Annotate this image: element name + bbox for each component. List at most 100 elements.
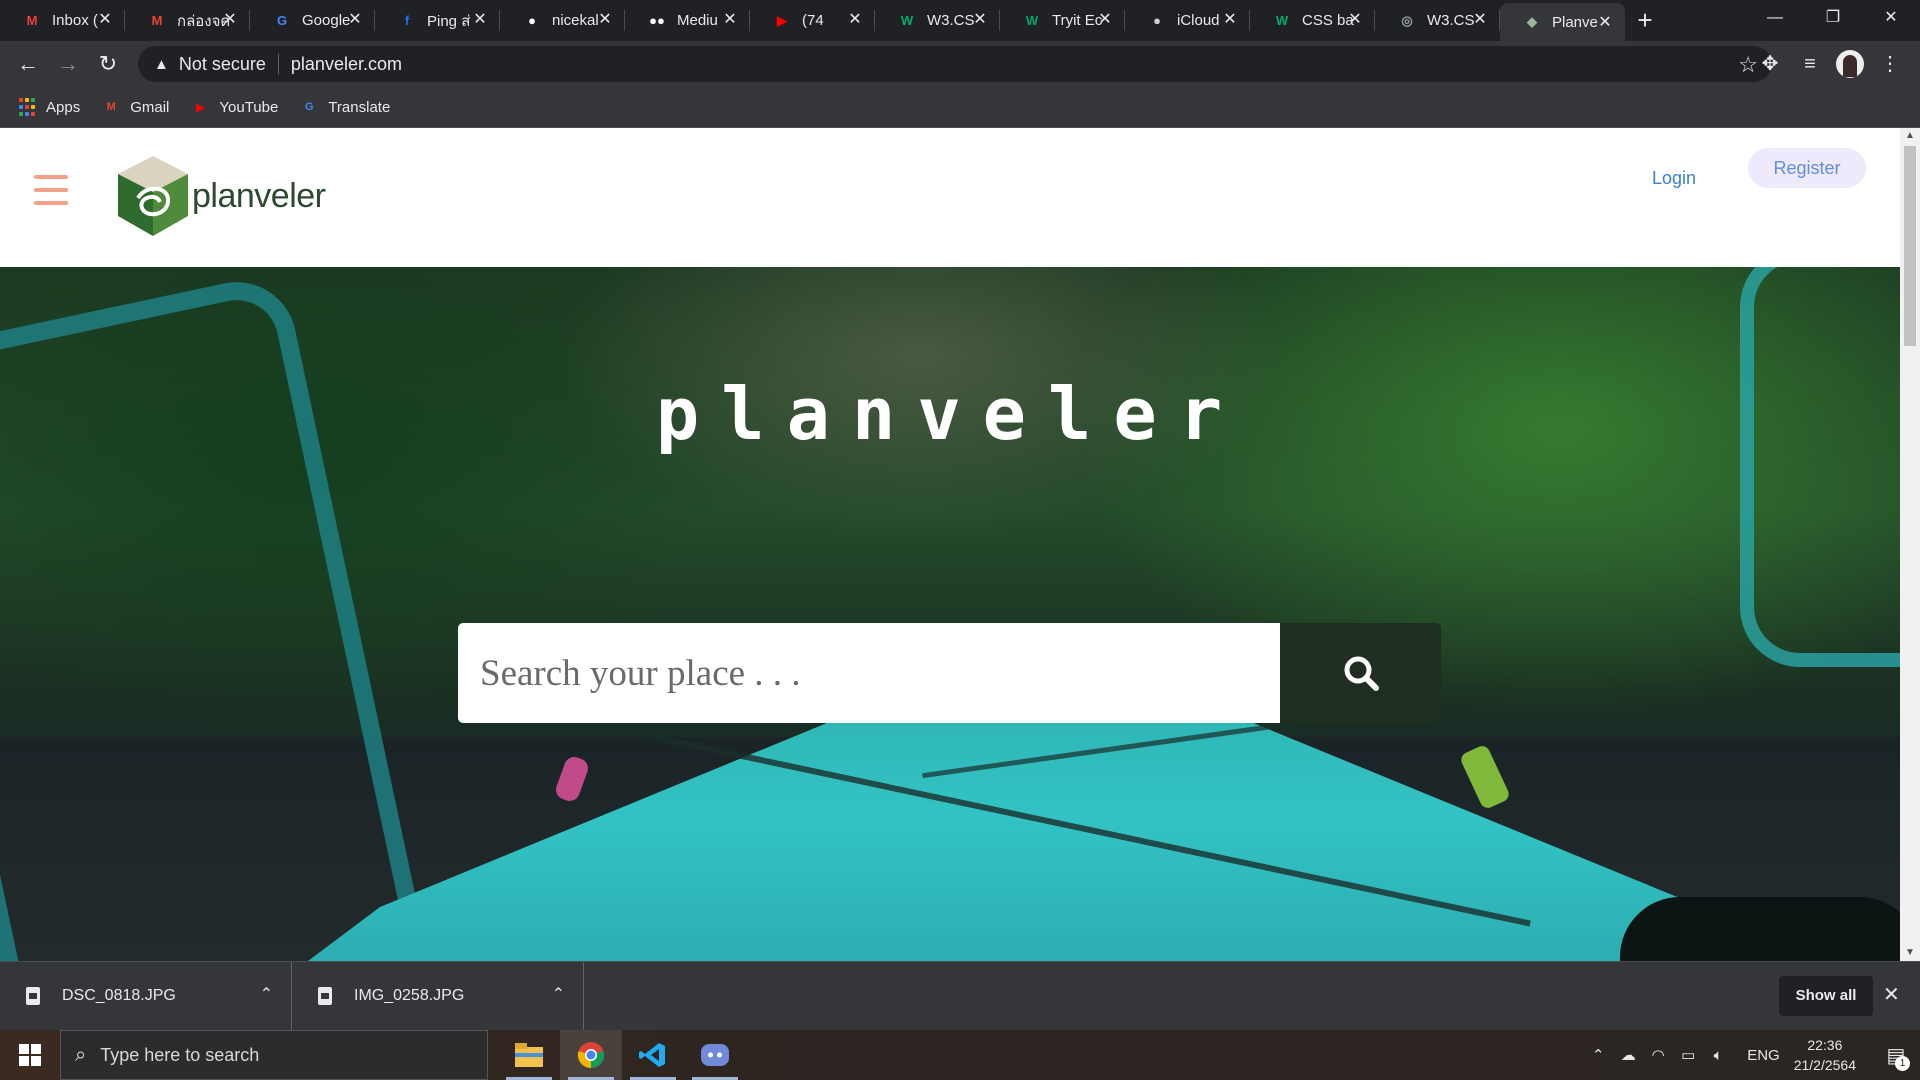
chevron-up-icon[interactable]: ⌃ bbox=[260, 984, 273, 1004]
tab-close-icon[interactable]: ✕ bbox=[720, 10, 740, 30]
browser-tab[interactable]: ◎ W3.CS ✕ bbox=[1375, 0, 1500, 41]
browser-tab[interactable]: f Ping ส่ ✕ bbox=[375, 0, 500, 41]
forward-button[interactable]: → bbox=[48, 44, 88, 84]
close-window-button[interactable]: ✕ bbox=[1862, 0, 1920, 36]
google-translate-icon: G bbox=[305, 101, 314, 113]
back-button[interactable]: ← bbox=[8, 44, 48, 84]
reload-button[interactable]: ↻ bbox=[88, 44, 128, 84]
login-link[interactable]: Login bbox=[1640, 158, 1708, 198]
vscode-icon bbox=[639, 1043, 665, 1067]
media-control-icon[interactable]: ≡ bbox=[1790, 44, 1830, 84]
close-downloads-icon[interactable]: ✕ bbox=[1883, 982, 1900, 1007]
google-translate-icon: G bbox=[276, 13, 288, 28]
hero-section: planveler bbox=[0, 267, 1900, 961]
action-center-button[interactable]: ▤ 1 bbox=[1872, 1030, 1920, 1080]
page-scrollbar[interactable]: ▲ ▼ bbox=[1900, 128, 1920, 961]
hamburger-menu-icon[interactable] bbox=[34, 175, 68, 209]
tab-close-icon[interactable]: ✕ bbox=[1595, 13, 1615, 33]
windows-logo-icon bbox=[19, 1044, 41, 1066]
address-bar[interactable]: ▲ Not secure planveler.com ☆ bbox=[138, 46, 1772, 82]
bookmark-label: Gmail bbox=[130, 98, 170, 116]
profile-avatar[interactable] bbox=[1836, 50, 1864, 78]
new-tab-button[interactable]: + bbox=[1625, 0, 1665, 41]
browser-tab[interactable]: W CSS ba ✕ bbox=[1250, 0, 1375, 41]
file-icon bbox=[318, 987, 332, 1005]
battery-icon[interactable]: ▭ bbox=[1673, 1046, 1703, 1064]
discord-icon bbox=[701, 1044, 729, 1066]
discord-app[interactable] bbox=[684, 1030, 746, 1080]
tab-close-icon[interactable]: ✕ bbox=[595, 10, 615, 30]
scroll-up-arrow-icon[interactable]: ▲ bbox=[1900, 128, 1920, 144]
restore-button[interactable]: ❐ bbox=[1804, 0, 1862, 36]
system-tray: ⌃ ☁ ◠ ▭ 🔈︎ ENG 22:36 21/2/2564 ▤ 1 bbox=[1583, 1030, 1920, 1080]
download-item[interactable]: DSC_0818.JPG ⌃ bbox=[0, 961, 292, 1031]
youtube-icon: ▶ bbox=[196, 101, 205, 114]
vscode-app[interactable] bbox=[622, 1030, 684, 1080]
windows-start-button[interactable] bbox=[0, 1030, 60, 1080]
clock[interactable]: 22:36 21/2/2564 bbox=[1794, 1035, 1856, 1075]
hero-tire bbox=[1620, 897, 1900, 961]
tab-close-icon[interactable]: ✕ bbox=[470, 10, 490, 30]
tab-close-icon[interactable]: ✕ bbox=[220, 10, 240, 30]
clock-time: 22:36 bbox=[1807, 1037, 1843, 1053]
tab-close-icon[interactable]: ✕ bbox=[1095, 10, 1115, 30]
menu-kebab-icon[interactable]: ⋮ bbox=[1870, 44, 1910, 84]
show-hidden-icons-chevron-icon[interactable]: ⌃ bbox=[1583, 1046, 1613, 1064]
download-item[interactable]: IMG_0258.JPG ⌃ bbox=[292, 961, 584, 1031]
planveler-cube-logo-icon bbox=[118, 156, 188, 236]
input-language[interactable]: ENG bbox=[1747, 1047, 1780, 1064]
browser-tab[interactable]: ▶ (74 ✕ bbox=[750, 0, 875, 41]
file-explorer-app[interactable] bbox=[498, 1030, 560, 1080]
warning-icon[interactable]: ▲ bbox=[154, 56, 169, 73]
browser-tab[interactable]: W Tryit Ec ✕ bbox=[1000, 0, 1125, 41]
w3schools-icon: W bbox=[1025, 13, 1039, 28]
register-button[interactable]: Register bbox=[1748, 148, 1866, 188]
browser-tab[interactable]: G Google ✕ bbox=[250, 0, 375, 41]
volume-icon[interactable]: 🔈︎ bbox=[1703, 1047, 1733, 1064]
gmail-icon: M bbox=[26, 13, 38, 28]
tab-close-icon[interactable]: ✕ bbox=[1470, 10, 1490, 30]
browser-tab[interactable]: ● nicekal ✕ bbox=[500, 0, 625, 41]
browser-tab[interactable]: ● iCloud ✕ bbox=[1125, 0, 1250, 41]
extensions-puzzle-icon[interactable]: ✥ bbox=[1750, 44, 1790, 84]
place-search-input[interactable] bbox=[458, 623, 1280, 723]
bookmark-apps[interactable]: Apps bbox=[18, 98, 80, 116]
gmail-icon: M bbox=[151, 13, 163, 28]
windows-taskbar: ⌕ Type here to search ⌃ ☁ ◠ ▭ 🔈︎ ENG 22:… bbox=[0, 1030, 1920, 1080]
security-label[interactable]: Not secure bbox=[179, 54, 266, 75]
wifi-icon[interactable]: ◠ bbox=[1643, 1046, 1673, 1064]
tab-close-icon[interactable]: ✕ bbox=[845, 10, 865, 30]
taskbar-search-placeholder: Type here to search bbox=[100, 1044, 260, 1065]
download-filename: DSC_0818.JPG bbox=[62, 987, 176, 1004]
tab-close-icon[interactable]: ✕ bbox=[95, 10, 115, 30]
taskbar-search[interactable]: ⌕ Type here to search bbox=[60, 1030, 488, 1080]
tab-close-icon[interactable]: ✕ bbox=[1220, 10, 1240, 30]
browser-tab[interactable]: ●● Mediu ✕ bbox=[625, 0, 750, 41]
onedrive-cloud-icon[interactable]: ☁ bbox=[1613, 1046, 1643, 1064]
browser-tab-strip: M Inbox (✕ M กล่องจด ✕ G Google ✕ f Ping ส่ ✕ ● nice… bbox=[0, 0, 1920, 41]
site-logo[interactable]: planveler bbox=[116, 154, 326, 238]
tab-close-icon[interactable]: ✕ bbox=[345, 10, 365, 30]
chevron-up-icon[interactable]: ⌃ bbox=[552, 984, 565, 1004]
minimize-button[interactable]: — bbox=[1746, 0, 1804, 36]
browser-tab[interactable]: M Inbox (✕ bbox=[0, 0, 125, 41]
chrome-app[interactable] bbox=[560, 1030, 622, 1080]
bookmark-translate[interactable]: G Translate bbox=[300, 98, 390, 116]
browser-tab[interactable]: W W3.CS ✕ bbox=[875, 0, 1000, 41]
search-button[interactable] bbox=[1280, 623, 1441, 723]
bookmark-gmail[interactable]: M Gmail bbox=[102, 98, 170, 116]
apps-grid-icon bbox=[18, 98, 36, 116]
omnibox-separator bbox=[277, 54, 279, 74]
bookmark-label: Apps bbox=[46, 98, 81, 116]
scrollbar-thumb[interactable] bbox=[1904, 146, 1916, 346]
tab-close-icon[interactable]: ✕ bbox=[970, 10, 990, 30]
browser-tab[interactable]: M กล่องจด ✕ bbox=[125, 0, 250, 41]
url-text[interactable]: planveler.com bbox=[291, 54, 402, 75]
bookmark-youtube[interactable]: ▶ YouTube bbox=[191, 98, 278, 116]
show-all-downloads-button[interactable]: Show all bbox=[1779, 976, 1873, 1016]
search-icon: ⌕ bbox=[75, 1043, 87, 1066]
scroll-down-arrow-icon[interactable]: ▼ bbox=[1900, 945, 1920, 961]
site-header: planveler Login Register bbox=[0, 128, 1900, 267]
browser-tab[interactable]: ◆ Planve ✕ bbox=[1500, 3, 1625, 41]
tab-close-icon[interactable]: ✕ bbox=[1345, 10, 1365, 30]
